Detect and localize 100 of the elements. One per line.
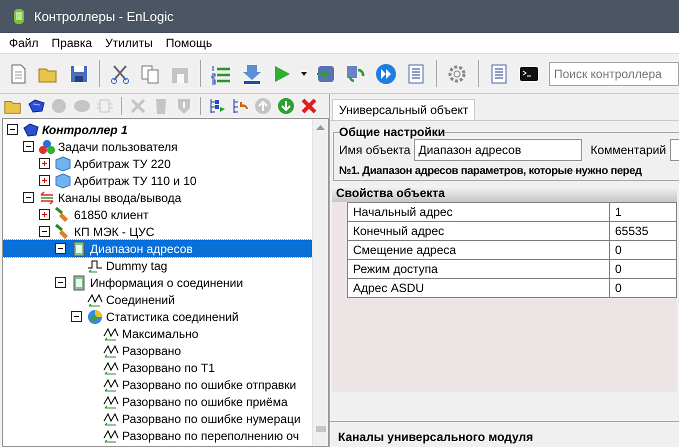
signal-icon: [103, 428, 119, 444]
group-title: Общие настройки: [339, 125, 446, 139]
signal-icon: [103, 376, 119, 392]
plug-icon: [55, 224, 71, 240]
tree-row[interactable]: Разорвано: [3, 342, 312, 359]
collapse-toggle[interactable]: [55, 277, 66, 288]
tree-item-label: КП МЭК - ЦУС: [73, 224, 156, 238]
tab[interactable]: Универсальный объект: [332, 99, 476, 120]
collapse-toggle[interactable]: [71, 311, 82, 322]
tree-item-label: Соединений: [105, 292, 176, 306]
property-name: Смещение адреса: [348, 240, 610, 260]
tree-row[interactable]: Dummy tag: [3, 257, 312, 274]
scroll-up-icon: [316, 124, 325, 130]
signal-icon: [103, 360, 119, 376]
collapse-toggle[interactable]: [23, 141, 34, 152]
gear-icon: [446, 62, 468, 84]
signal-icon: [87, 292, 103, 308]
menu-item[interactable]: Утилиты: [100, 36, 158, 50]
tree-icon: [231, 97, 249, 115]
plug-icon: [55, 206, 71, 222]
tree-row[interactable]: Разорвано по ошибке приёма: [3, 393, 312, 410]
collapse-toggle[interactable]: [7, 124, 18, 135]
collapse-toggle[interactable]: [23, 192, 34, 203]
field-label: Имя объекта: [339, 143, 410, 157]
close-icon: [300, 97, 318, 115]
expand-toggle[interactable]: [39, 175, 50, 186]
tree-item-label: Арбитраж ТУ 220: [73, 156, 172, 170]
fast-forward-icon: [375, 62, 398, 84]
tree-row[interactable]: Задачи пользователя: [3, 138, 312, 155]
cube-icon: [55, 172, 71, 188]
balls-icon: [39, 138, 55, 154]
caret-icon: [300, 72, 307, 76]
arrows-icon: [39, 190, 55, 206]
tree-item-label: Разорвано по ошибке отправки: [121, 378, 298, 392]
property-value[interactable]: 65535: [610, 222, 676, 240]
shield-icon: [175, 97, 193, 115]
tree-item-label: Dummy tag: [105, 258, 168, 272]
description-text: №1. Диапазон адресов параметров, которые нужно перед: [339, 165, 643, 177]
menu-item[interactable]: Правка: [46, 36, 98, 50]
tree-row[interactable]: Соединений: [3, 291, 312, 308]
signal-icon: [103, 394, 119, 410]
collapse-toggle[interactable]: [39, 226, 50, 237]
tree-row[interactable]: Статистика соединений: [3, 308, 312, 325]
block-icon: [96, 97, 114, 115]
tree-icon: [208, 97, 226, 115]
tree-row[interactable]: Разорвано по Т1: [3, 359, 312, 376]
scissors-icon: [108, 62, 131, 84]
tree-row[interactable]: Контроллер 1: [3, 121, 312, 138]
property-value[interactable]: 0: [610, 260, 676, 278]
tree-row[interactable]: Информация о соединении: [3, 274, 312, 291]
download-arrow-icon: [240, 62, 263, 84]
tree-item-label: Контроллер 1: [41, 122, 129, 136]
property-name: Адрес ASDU: [348, 278, 610, 298]
tree-item-label: Статистика соединений: [105, 310, 240, 324]
tree-row[interactable]: КП МЭК - ЦУС: [3, 223, 312, 240]
controller-icon: [27, 98, 45, 114]
expand-toggle[interactable]: [39, 158, 50, 169]
tree-row[interactable]: Разорвано по ошибке отправки: [3, 376, 312, 393]
tree-row[interactable]: Диапазон адресов: [3, 240, 312, 257]
tree-row[interactable]: Арбитраж ТУ 110 и 10: [3, 172, 312, 189]
tree-row[interactable]: 61850 клиент: [3, 206, 312, 223]
property-value[interactable]: 0: [610, 240, 676, 260]
tree-item-label: Каналы ввода/вывода: [57, 190, 182, 204]
property-name: Конечный адрес: [348, 222, 610, 240]
window-title: Контроллеры - EnLogic: [34, 9, 174, 24]
tree-item-label: Разорвано: [121, 344, 182, 358]
tree-row[interactable]: Разорвано по переполнению оч: [3, 427, 312, 444]
signal-icon: [103, 342, 119, 358]
tree-item-label: Разорвано по ошибке нумераци: [121, 412, 302, 426]
tree-row[interactable]: Максимально: [3, 325, 312, 342]
copy-icon: [138, 62, 161, 84]
section-header: Каналы универсального модуля: [338, 430, 534, 444]
pulse-icon: [87, 258, 103, 274]
pie-icon: [87, 308, 103, 324]
tree-row[interactable]: Разорвано по ошибке нумераци: [3, 410, 312, 427]
field-label: Комментарий: [590, 143, 666, 157]
name-field[interactable]: Диапазон адресов: [414, 139, 582, 161]
tree-item-label: Разорвано по переполнению оч: [121, 428, 300, 442]
search-field[interactable]: Поиск контроллера: [548, 62, 679, 86]
property-value[interactable]: 1: [610, 202, 676, 222]
tree-row[interactable]: Каналы ввода/вывода: [3, 189, 312, 206]
signal-icon: [103, 326, 119, 342]
grip-icon: [316, 426, 326, 432]
section-header: Свойства объекта: [332, 186, 677, 202]
module-icon: [71, 274, 87, 290]
tree-item-label: Максимально: [121, 326, 200, 340]
tree-item-label: Арбитраж ТУ 110 и 10: [73, 174, 198, 188]
menu-item[interactable]: Файл: [4, 36, 44, 50]
controller-icon: [23, 122, 39, 138]
property-value[interactable]: 0: [610, 278, 676, 298]
app-icon: [12, 8, 26, 26]
property-name: Начальный адрес: [348, 202, 610, 222]
tree-item-label: Разорвано по ошибке приёма: [121, 394, 289, 408]
module-icon: [71, 240, 87, 256]
menu-item[interactable]: Помощь: [160, 36, 218, 50]
cube-icon: [55, 156, 71, 172]
expand-toggle[interactable]: [39, 209, 50, 220]
tree-item-label: 61850 клиент: [73, 208, 150, 222]
tree-row[interactable]: Арбитраж ТУ 220: [3, 155, 312, 172]
collapse-toggle[interactable]: [55, 243, 66, 254]
